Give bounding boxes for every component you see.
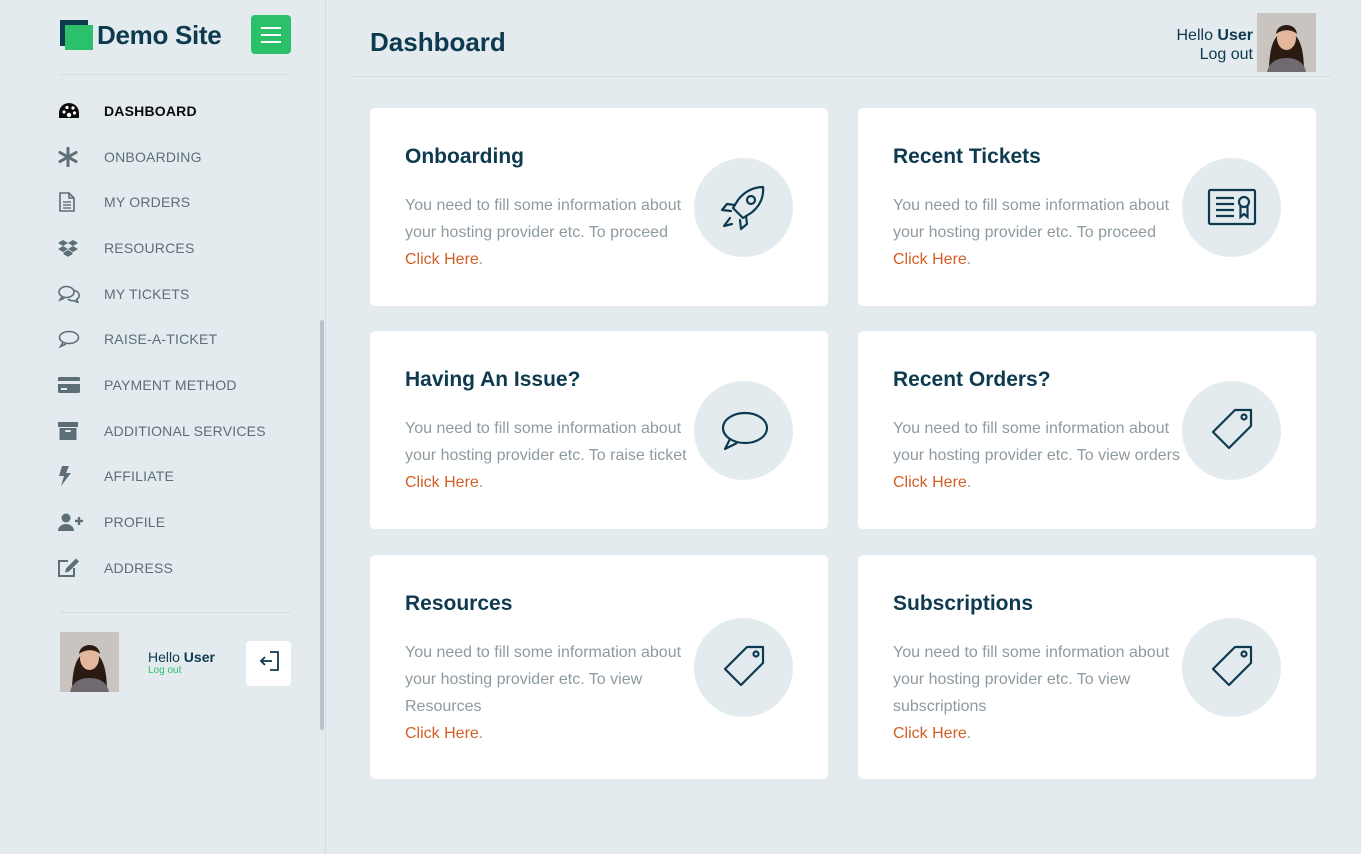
click-here-link[interactable]: Click Here	[893, 474, 967, 491]
card-description: You need to fill some information about …	[893, 420, 1180, 491]
sidebar-item-label: ONBOARDING	[104, 148, 202, 165]
sidebar-user: Hello User Log out	[60, 632, 292, 692]
dashboard-icon	[58, 102, 104, 120]
header-avatar[interactable]	[1257, 13, 1316, 72]
sidebar-item-label: MY ORDERS	[104, 194, 191, 211]
user-plus-icon	[58, 513, 104, 532]
sidebar-item-onboarding[interactable]: ONBOARDING	[58, 134, 308, 180]
click-here-link[interactable]: Click Here	[893, 725, 967, 742]
card-resources: Resources You need to fill some informat…	[370, 555, 828, 779]
sidebar-item-label: MY TICKETS	[104, 285, 190, 302]
tag-icon	[1182, 618, 1281, 717]
card-title: Resources	[405, 592, 513, 615]
sidebar-item-profile[interactable]: PROFILE	[58, 499, 308, 545]
avatar[interactable]	[60, 632, 119, 692]
sidebar-item-my-orders[interactable]: MY ORDERS	[58, 179, 308, 225]
sidebar-item-dashboard[interactable]: DASHBOARD	[58, 88, 308, 134]
sidebar-item-address[interactable]: ADDRESS	[58, 545, 308, 591]
card-title: Recent Tickets	[893, 145, 1041, 168]
hamburger-menu-icon[interactable]	[251, 15, 291, 54]
header-divider	[352, 76, 1331, 77]
sidebar-item-raise-a-ticket[interactable]: RAISE-A-TICKET	[58, 316, 308, 362]
chat-bubble-icon	[58, 330, 104, 349]
header-greeting: Hello User	[1176, 27, 1254, 44]
logo-text: Demo Site	[97, 19, 222, 50]
sidebar-item-my-tickets[interactable]: MY TICKETS	[58, 271, 308, 317]
card-description: You need to fill some information about …	[893, 644, 1170, 742]
logo-icon	[60, 20, 93, 50]
divider	[60, 74, 291, 75]
sidebar-item-label: ADDRESS	[104, 559, 174, 576]
sidebar-logout-link[interactable]: Log out	[148, 665, 181, 676]
sidebar: Demo Site DASHBOARD ONBOARDING MY ORDERS	[0, 0, 326, 854]
certificate-icon	[1182, 158, 1281, 257]
lightning-bolt-icon	[58, 466, 104, 487]
card-title: Recent Orders?	[893, 368, 1051, 391]
sidebar-item-label: AFFILIATE	[104, 468, 174, 485]
chat-bubble-icon	[694, 381, 793, 480]
divider	[60, 612, 291, 613]
card-description: You need to fill some information about …	[893, 197, 1170, 268]
asterisk-icon	[58, 146, 104, 167]
card-title: Subscriptions	[893, 592, 1034, 615]
sidebar-greeting: Hello User	[148, 649, 215, 665]
card-recent-tickets: Recent Tickets You need to fill some inf…	[858, 108, 1316, 306]
credit-card-icon	[58, 376, 104, 393]
sidebar-item-additional-services[interactable]: ADDITIONAL SERVICES	[58, 408, 308, 454]
tag-icon	[694, 618, 793, 717]
archive-box-icon	[58, 421, 104, 440]
click-here-link[interactable]: Click Here	[893, 251, 967, 268]
document-icon	[58, 192, 104, 213]
sidebar-item-label: RAISE-A-TICKET	[104, 331, 218, 348]
sidebar-item-label: DASHBOARD	[104, 102, 197, 119]
card-having-an-issue: Having An Issue? You need to fill some i…	[370, 331, 828, 529]
rocket-icon	[694, 158, 793, 257]
sidebar-item-payment-method[interactable]: PAYMENT METHOD	[58, 362, 308, 408]
card-recent-orders: Recent Orders? You need to fill some inf…	[858, 331, 1316, 529]
header-logout-link[interactable]: Log out	[1177, 45, 1253, 64]
card-description: You need to fill some information about …	[405, 420, 687, 491]
tag-icon	[1182, 381, 1281, 480]
sidebar-scrollbar[interactable]	[320, 320, 324, 730]
sidebar-nav: DASHBOARD ONBOARDING MY ORDERS RESOURCES…	[58, 88, 308, 591]
sidebar-item-label: PROFILE	[104, 514, 166, 531]
header-user: Hello User Log out	[1177, 26, 1254, 64]
card-subscriptions: Subscriptions You need to fill some info…	[858, 555, 1316, 779]
card-onboarding: Onboarding You need to fill some informa…	[370, 108, 828, 306]
sidebar-item-label: RESOURCES	[104, 239, 195, 256]
sign-out-icon	[258, 651, 280, 676]
logout-button[interactable]	[246, 641, 291, 686]
card-description: You need to fill some information about …	[405, 644, 682, 742]
click-here-link[interactable]: Click Here	[405, 474, 479, 491]
click-here-link[interactable]: Click Here	[405, 251, 479, 268]
card-title: Onboarding	[405, 145, 524, 168]
chat-bubbles-icon	[58, 285, 104, 303]
sidebar-item-resources[interactable]: RESOURCES	[58, 225, 308, 271]
page-title: Dashboard	[370, 27, 506, 57]
dropbox-icon	[58, 239, 104, 257]
card-description: You need to fill some information about …	[405, 197, 682, 268]
edit-icon	[58, 558, 104, 578]
click-here-link[interactable]: Click Here	[405, 725, 479, 742]
sidebar-item-label: ADDITIONAL SERVICES	[104, 422, 266, 439]
sidebar-item-affiliate[interactable]: AFFILIATE	[58, 454, 308, 500]
sidebar-item-label: PAYMENT METHOD	[104, 376, 237, 393]
card-title: Having An Issue?	[405, 368, 581, 391]
